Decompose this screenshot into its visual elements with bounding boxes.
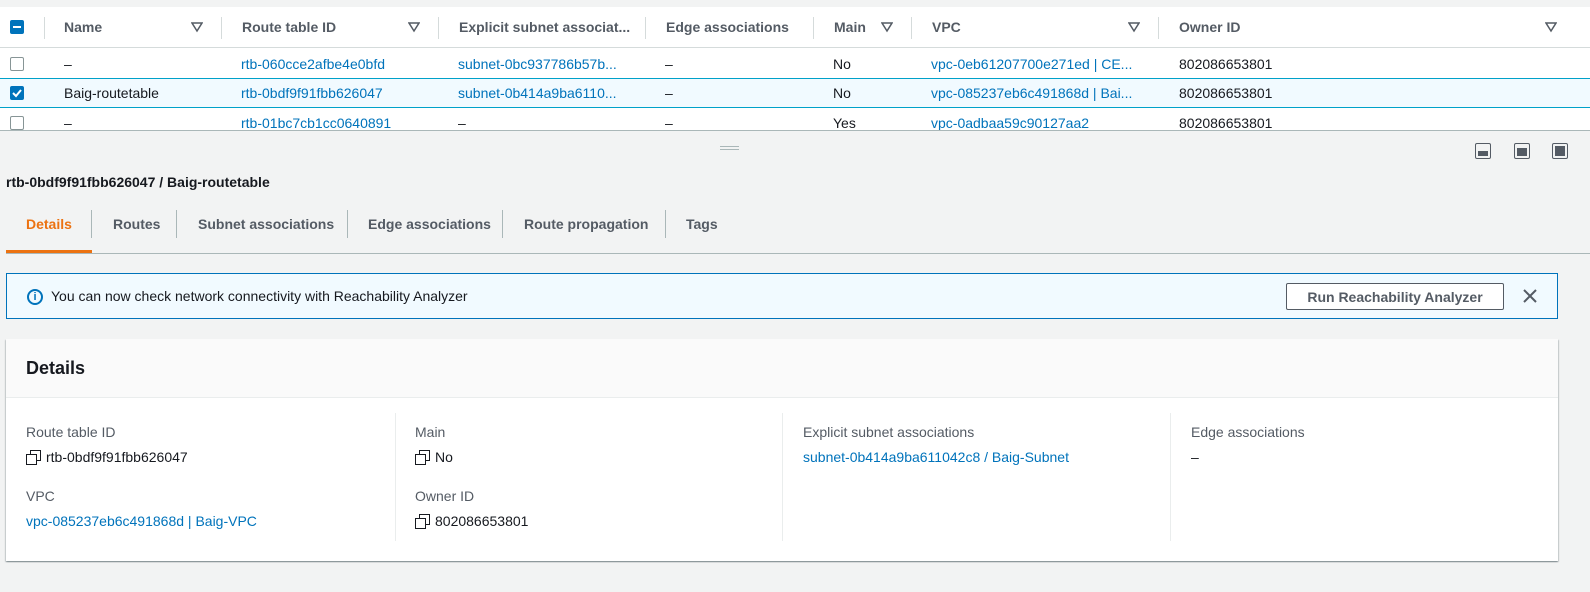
edge-associations-value: – [1191, 449, 1199, 465]
explicit-subnet-label: Explicit subnet associations [803, 424, 975, 440]
column-header-owner-id[interactable]: Owner ID [1179, 7, 1379, 48]
owner-id-value: 802086653801 [435, 513, 529, 529]
panel-bottom-icon[interactable] [1475, 143, 1491, 159]
route-table-id-link[interactable]: rtb-0bdf9f91fbb626047 [241, 78, 431, 108]
select-all-checkbox[interactable] [10, 20, 24, 34]
route-table-id-link[interactable]: rtb-01bc7cb1cc0640891 [241, 108, 431, 130]
sort-icon[interactable] [408, 21, 420, 33]
column-header-vpc[interactable]: VPC [932, 7, 1112, 48]
route-table-id-link[interactable]: rtb-060cce2afbe4e0bfd [241, 49, 431, 79]
info-banner: i You can now check network connectivity… [6, 273, 1558, 319]
subnet-link[interactable]: subnet-0bc937786b57b... [458, 49, 638, 79]
main-value: No [435, 449, 453, 465]
edge-associations-label: Edge associations [1191, 424, 1305, 440]
owner-id-value-row: 802086653801 [415, 513, 528, 529]
vpc-link[interactable]: vpc-085237eb6c491868d | Bai... [931, 78, 1151, 108]
cell-name: Baig-routetable [64, 85, 159, 101]
owner-id-label: Owner ID [415, 488, 475, 504]
cell-subnet: – [458, 115, 466, 131]
banner-message: You can now check network connectivity w… [51, 288, 468, 304]
tab-routes[interactable]: Routes [113, 210, 160, 253]
detail-tabs: Details Routes Subnet associations Edge … [6, 210, 1590, 254]
tab-details[interactable]: Details [6, 210, 92, 253]
detail-panel-title: rtb-0bdf9f91fbb626047 / Baig-routetable [6, 174, 270, 190]
copy-icon[interactable] [415, 514, 430, 529]
run-reachability-analyzer-button[interactable]: Run Reachability Analyzer [1286, 283, 1504, 310]
main-label: Main [415, 424, 446, 440]
subnet-link[interactable]: subnet-0b414a9ba6110... [458, 78, 638, 108]
row-checkbox[interactable] [10, 116, 24, 130]
tab-subnet-associations[interactable]: Subnet associations [198, 210, 334, 253]
panel-side-icon[interactable] [1514, 143, 1530, 159]
cell-name: – [64, 115, 72, 131]
row-checkbox[interactable] [10, 57, 24, 71]
close-icon[interactable] [1521, 287, 1539, 305]
sort-icon[interactable] [1128, 21, 1140, 33]
cell-name: – [64, 56, 72, 72]
table-header: Name Route table ID Explicit subnet asso… [0, 7, 1590, 48]
sort-icon[interactable] [191, 21, 203, 33]
main-value-row: No [415, 449, 453, 465]
copy-icon[interactable] [415, 450, 430, 465]
vpc-label: VPC [26, 488, 55, 504]
split-panel-resize-handle[interactable] [720, 146, 739, 150]
route-tables-table: Name Route table ID Explicit subnet asso… [0, 7, 1590, 131]
sort-icon[interactable] [1545, 21, 1557, 33]
cell-edge: – [665, 85, 673, 101]
cell-owner: 802086653801 [1179, 85, 1273, 101]
cell-edge: – [665, 56, 673, 72]
tab-tags[interactable]: Tags [686, 210, 718, 253]
explicit-subnet-link[interactable]: subnet-0b414a9ba611042c8 / Baig-Subnet [803, 449, 1069, 465]
copy-icon[interactable] [26, 450, 41, 465]
cell-main: No [833, 56, 851, 72]
cell-owner: 802086653801 [1179, 115, 1273, 131]
tab-route-propagation[interactable]: Route propagation [524, 210, 648, 253]
route-table-id-value: rtb-0bdf9f91fbb626047 [46, 449, 188, 465]
route-table-id-label: Route table ID [26, 424, 116, 440]
row-checkbox[interactable] [10, 86, 24, 100]
table-row[interactable]: Baig-routetable rtb-0bdf9f91fbb626047 su… [0, 78, 1590, 108]
panel-fullscreen-icon[interactable] [1552, 143, 1568, 159]
cell-edge: – [665, 115, 673, 131]
info-icon: i [27, 289, 43, 305]
column-header-edge-associations[interactable]: Edge associations [666, 7, 806, 48]
table-row[interactable]: – rtb-01bc7cb1cc0640891 – – Yes vpc-0adb… [0, 108, 1590, 131]
check-icon [12, 89, 22, 98]
sort-icon[interactable] [881, 21, 893, 33]
vpc-value-link[interactable]: vpc-085237eb6c491868d | Baig-VPC [26, 513, 257, 529]
cell-main: No [833, 85, 851, 101]
column-header-explicit-subnet[interactable]: Explicit subnet associat... [459, 7, 639, 48]
column-header-route-table-id[interactable]: Route table ID [242, 7, 402, 48]
cell-owner: 802086653801 [1179, 56, 1273, 72]
route-table-id-value-row: rtb-0bdf9f91fbb626047 [26, 449, 188, 465]
cell-main: Yes [833, 115, 856, 131]
vpc-link[interactable]: vpc-0adbaa59c90127aa2 [931, 108, 1151, 130]
table-row[interactable]: – rtb-060cce2afbe4e0bfd subnet-0bc937786… [0, 49, 1590, 79]
tab-edge-associations[interactable]: Edge associations [368, 210, 491, 253]
column-header-main[interactable]: Main [834, 7, 884, 48]
vpc-link[interactable]: vpc-0eb61207700e271ed | CE... [931, 49, 1151, 79]
details-heading: Details [6, 339, 1558, 398]
details-container: Details Route table ID rtb-0bdf9f91fbb62… [6, 339, 1558, 561]
